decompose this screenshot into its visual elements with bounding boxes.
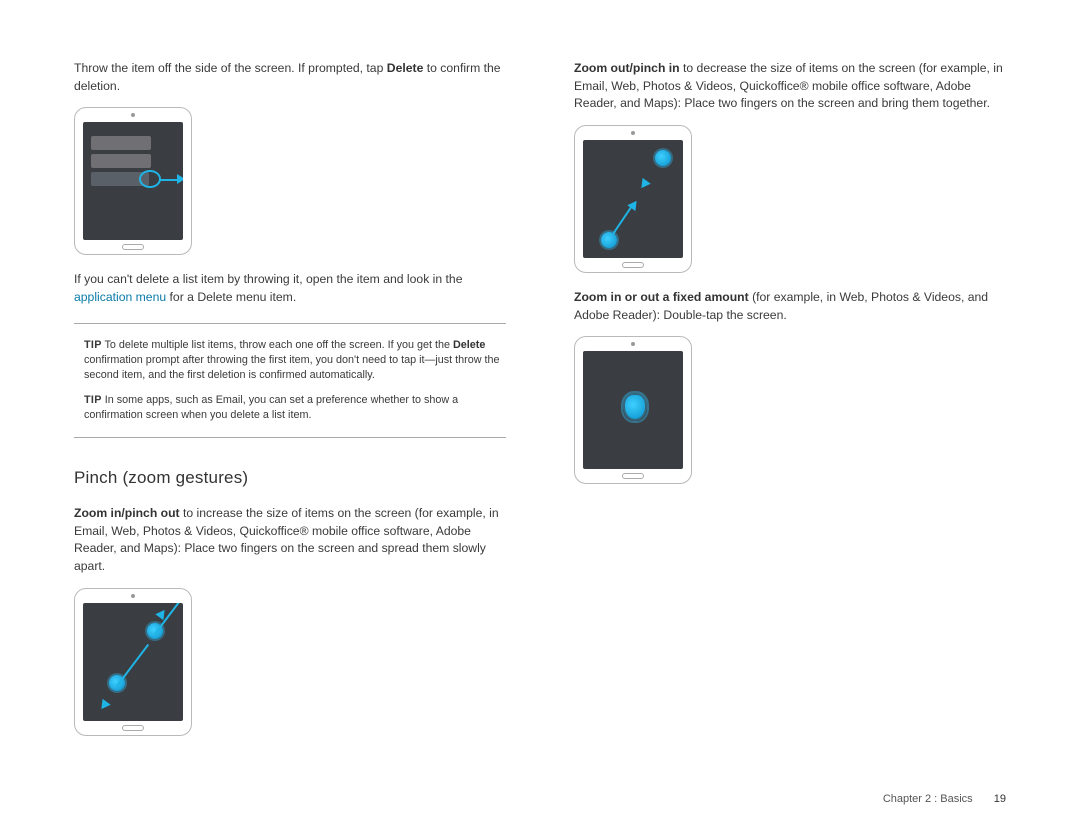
tablet-screen [583, 140, 683, 258]
home-button-icon [122, 725, 144, 731]
tip-label: TIP [84, 394, 102, 406]
touch-point-icon [655, 150, 671, 166]
page-number: 19 [994, 793, 1006, 805]
text: To delete multiple list items, throw eac… [102, 339, 453, 351]
delete-bold: Delete [387, 61, 424, 75]
double-tap-paragraph: Zoom in or out a fixed amount (for examp… [574, 289, 1006, 324]
touch-point-icon [601, 232, 617, 248]
home-button-icon [622, 262, 644, 268]
text: Throw the item off the side of the scree… [74, 61, 387, 75]
camera-dot [131, 113, 135, 117]
list-item [91, 136, 151, 150]
illustration-pinch-out [74, 588, 192, 736]
camera-dot [131, 594, 135, 598]
text: If you can't delete a list item by throw… [74, 272, 462, 286]
text: In some apps, such as Email, you can set… [84, 394, 458, 421]
delete-bold: Delete [453, 339, 485, 351]
text: confirmation prompt after throwing the f… [84, 354, 500, 381]
list-item [91, 154, 151, 168]
gesture-line [610, 203, 634, 237]
home-button-icon [122, 244, 144, 250]
illustration-swipe-delete [74, 107, 192, 255]
tip-2: TIP In some apps, such as Email, you can… [84, 393, 500, 423]
tablet-screen [83, 122, 183, 240]
swipe-arrow-icon [139, 171, 183, 187]
arrow-out-icon [97, 699, 110, 712]
home-button-icon [622, 473, 644, 479]
right-column: Zoom out/pinch in to decrease the size o… [574, 60, 1006, 752]
page-footer: Chapter 2 : Basics 19 [883, 792, 1006, 808]
throw-delete-paragraph: Throw the item off the side of the scree… [74, 60, 506, 95]
fixed-zoom-bold: Zoom in or out a fixed amount [574, 290, 749, 304]
zoom-in-paragraph: Zoom in/pinch out to increase the size o… [74, 505, 506, 576]
camera-dot [631, 131, 635, 135]
gesture-line [116, 644, 149, 687]
zoom-out-paragraph: Zoom out/pinch in to decrease the size o… [574, 60, 1006, 113]
application-menu-link[interactable]: application menu [74, 290, 166, 304]
chapter-label: Chapter 2 : Basics [883, 793, 973, 805]
left-column: Throw the item off the side of the scree… [74, 60, 506, 752]
tip-1: TIP To delete multiple list items, throw… [84, 338, 500, 383]
arrow-in-icon [637, 178, 650, 191]
tablet-screen [583, 351, 683, 469]
zoom-in-bold: Zoom in/pinch out [74, 506, 180, 520]
tablet-screen [83, 603, 183, 721]
application-menu-paragraph: If you can't delete a list item by throw… [74, 271, 506, 306]
text: for a Delete menu item. [166, 290, 296, 304]
zoom-out-bold: Zoom out/pinch in [574, 61, 680, 75]
illustration-pinch-in [574, 125, 692, 273]
camera-dot [631, 342, 635, 346]
section-heading-pinch: Pinch (zoom gestures) [74, 466, 506, 491]
tip-label: TIP [84, 339, 102, 351]
illustration-double-tap [574, 336, 692, 484]
tip-box: TIP To delete multiple list items, throw… [74, 323, 506, 439]
